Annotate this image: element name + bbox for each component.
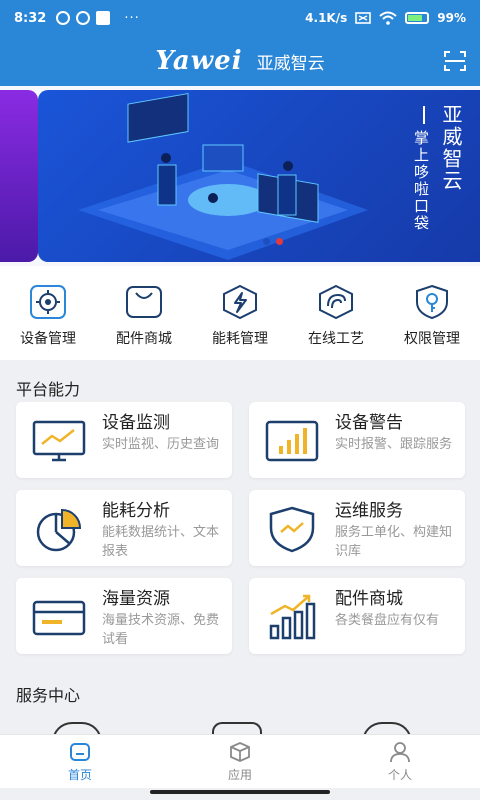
tile-title: 设备监测 xyxy=(102,413,170,433)
tile-description: 实时报警、跟踪服务 xyxy=(335,437,453,452)
menu-item-label: 设备管理 xyxy=(20,331,76,347)
tab-label: 应用 xyxy=(227,768,252,782)
tile-description: 服务工单化、构建知识库 xyxy=(335,525,453,559)
gear-icon xyxy=(28,284,68,320)
tile-massive-resources[interactable]: 海量资源 海量技术资源、免费试看 xyxy=(16,578,232,654)
tile-description: 能耗数据统计、文本报表 xyxy=(102,525,220,559)
tile-parts-mall[interactable]: 配件商城 各类餐盘应有仅有 xyxy=(249,578,465,654)
sim-icon xyxy=(355,12,372,24)
tile-description: 各类餐盘应有仅有 xyxy=(335,613,440,628)
menu-item-label: 能耗管理 xyxy=(212,331,268,347)
key-shield-icon xyxy=(412,284,452,320)
status-bar: 8:32 ··· 4.1K/s 99% xyxy=(0,0,480,36)
tile-energy-analysis[interactable]: 能耗分析 能耗数据统计、文本报表 xyxy=(16,490,232,566)
menu-item-label: 配件商城 xyxy=(116,331,172,347)
menu-item-permission-management[interactable]: 权限管理 xyxy=(384,266,480,360)
monitor-icon xyxy=(32,420,86,462)
more-notifications-icon: ··· xyxy=(124,10,140,26)
status-time: 8:32 xyxy=(14,10,47,26)
yawei-logo: Yawei xyxy=(155,46,243,76)
quick-menu: 设备管理 配件商城 能耗管理 在线工艺 权限管理 xyxy=(0,266,480,360)
tab-profile[interactable]: 个人 xyxy=(320,735,480,788)
tile-description: 海量技术资源、免费试看 xyxy=(102,613,220,647)
section-title-platform: 平台能力 xyxy=(16,380,81,399)
app-title: 亚威智云 xyxy=(256,53,325,74)
shopping-bag-icon xyxy=(124,284,164,320)
gesture-home-bar[interactable] xyxy=(150,790,330,794)
card-icon xyxy=(32,600,86,636)
tile-device-monitoring[interactable]: 设备监测 实时监视、历史查询 xyxy=(16,402,232,478)
tab-label: 个人 xyxy=(387,768,412,782)
banner-slide[interactable]: 亚威智云 掌上哆啦口袋 xyxy=(38,90,480,262)
carousel-dot[interactable] xyxy=(263,238,270,245)
network-speed: 4.1K/s xyxy=(305,11,348,25)
tab-label: 首页 xyxy=(67,768,92,782)
menu-item-parts-mall[interactable]: 配件商城 xyxy=(96,266,192,360)
tile-title: 运维服务 xyxy=(335,501,403,521)
tab-home[interactable]: 首页 xyxy=(0,735,160,788)
lightning-icon xyxy=(220,284,260,320)
home-icon xyxy=(70,743,90,761)
tile-description: 实时监视、历史查询 xyxy=(102,437,220,452)
menu-item-energy-management[interactable]: 能耗管理 xyxy=(192,266,288,360)
battery-icon xyxy=(405,12,430,24)
notification-icon xyxy=(56,11,71,25)
image-notification-icon xyxy=(96,11,111,25)
carousel-dot-active[interactable] xyxy=(276,238,283,245)
growth-chart-icon xyxy=(269,594,316,640)
cube-icon xyxy=(230,742,250,762)
section-title-service: 服务中心 xyxy=(16,686,81,705)
menu-item-label: 在线工艺 xyxy=(308,331,364,347)
shield-icon xyxy=(269,506,315,553)
banner-title: 亚威智云 xyxy=(439,104,463,192)
tile-title: 海量资源 xyxy=(102,589,170,609)
menu-item-device-management[interactable]: 设备管理 xyxy=(0,266,96,360)
person-icon xyxy=(390,742,410,763)
tile-title: 配件商城 xyxy=(335,589,403,609)
process-icon xyxy=(316,284,356,320)
wifi-icon xyxy=(379,11,397,25)
tile-title: 能耗分析 xyxy=(102,501,170,521)
scan-icon[interactable] xyxy=(444,51,466,71)
tile-title: 设备警告 xyxy=(335,413,403,433)
menu-item-online-process[interactable]: 在线工艺 xyxy=(288,266,384,360)
carousel-indicators xyxy=(263,238,283,245)
banner-divider xyxy=(423,106,425,124)
previous-banner-slide[interactable] xyxy=(0,90,38,262)
banner-carousel[interactable]: 亚威智云 掌上哆啦口袋 xyxy=(0,86,480,266)
pie-chart-icon xyxy=(36,508,82,552)
notification-icon xyxy=(76,11,91,25)
app-header: Yawei 亚威智云 xyxy=(0,36,480,86)
menu-item-label: 权限管理 xyxy=(404,331,460,347)
battery-level: 99% xyxy=(437,11,466,25)
banner-subtitle: 掌上哆啦口袋 xyxy=(412,130,430,232)
bottom-tab-bar: 首页 应用 个人 xyxy=(0,734,480,788)
bar-chart-icon xyxy=(265,420,319,462)
tab-apps[interactable]: 应用 xyxy=(160,735,320,788)
tile-device-alarm[interactable]: 设备警告 实时报警、跟踪服务 xyxy=(249,402,465,478)
tile-maintenance-service[interactable]: 运维服务 服务工单化、构建知识库 xyxy=(249,490,465,566)
